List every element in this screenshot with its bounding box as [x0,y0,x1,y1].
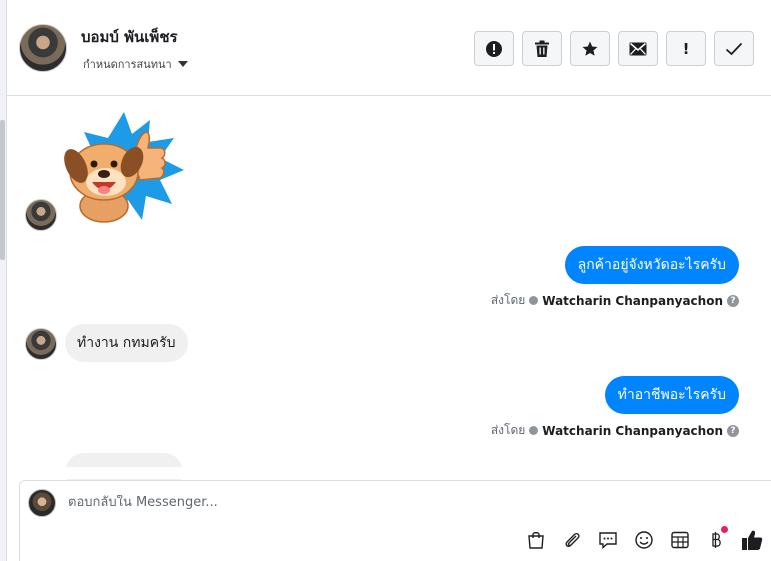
help-icon[interactable]: ? [727,424,739,437]
message-composer [19,480,771,561]
incoming-message-bubble[interactable]: ทำงาน กทมครับ [65,324,188,362]
sender-name: Watcharin Chanpanyachon [542,423,723,438]
attach-file-button[interactable] [560,528,584,552]
emoji-button[interactable] [632,528,656,552]
exclamation-circle-icon [486,40,502,57]
outgoing-message-bubble[interactable]: ลูกค้าอยู่จังหวัดอะไรครับ [564,246,739,284]
saved-reply-button[interactable] [596,528,620,552]
thumbs-up-dog-sticker [62,108,186,226]
contact-avatar-small[interactable] [25,328,57,360]
shopping-bag-button[interactable] [524,528,548,552]
envelope-icon [629,42,647,55]
table-button[interactable] [668,528,692,552]
sender-name: Watcharin Chanpanyachon [542,293,723,308]
follow-up-button[interactable]: ! [666,31,706,66]
baht-payment-icon [712,532,721,548]
conversation-settings-label: กำหนดการสนทนา [83,58,172,71]
saved-reply-icon [599,532,617,550]
delete-button[interactable] [522,31,562,66]
scroll-clip [7,467,771,479]
star-icon [582,41,598,56]
reply-input[interactable] [68,495,568,510]
outgoing-message-bubble[interactable]: ทำอาชีพอะไรครับ [604,376,739,414]
sent-by-label: ส่งโดย [490,293,526,307]
star-button[interactable] [570,31,610,66]
payment-button[interactable] [704,526,728,552]
page-avatar [28,489,56,517]
paperclip-icon [565,532,580,548]
conversation-header: บอมบ์ พันเพ็ชร กำหนดการสนทนา ! [7,0,771,96]
verified-check-icon [529,296,539,305]
verified-check-icon [529,426,539,435]
report-spam-button[interactable] [474,31,514,66]
messenger-conversation: บอมบ์ พันเพ็ชร กำหนดการสนทนา ! ลูกค้าอยู… [0,0,771,561]
scrollbar-thumb[interactable] [0,120,5,260]
checkmark-icon [725,42,743,55]
conversation-settings-dropdown[interactable]: กำหนดการสนทนา [83,55,188,73]
contact-avatar[interactable] [19,24,67,72]
left-panel-edge [0,0,7,561]
mark-done-button[interactable] [714,31,754,66]
sent-by-line: ส่งโดย Watcharin Chanpanyachon ? [491,291,739,310]
trash-icon [535,40,549,57]
sent-by-line: ส่งโดย Watcharin Chanpanyachon ? [491,421,739,440]
contact-avatar-small[interactable] [25,199,57,231]
like-icon [742,530,763,550]
table-icon [671,531,689,549]
emoji-icon [635,531,653,549]
caret-down-icon [177,61,188,67]
exclamation-icon: ! [682,39,690,58]
notification-dot [721,526,728,533]
shopping-bag-icon [528,531,544,549]
contact-name[interactable]: บอมบ์ พันเพ็ชร [81,25,178,49]
mark-unread-button[interactable] [618,31,658,66]
help-icon[interactable]: ? [727,294,739,307]
sent-by-label: ส่งโดย [490,423,526,437]
like-button[interactable] [740,528,764,552]
